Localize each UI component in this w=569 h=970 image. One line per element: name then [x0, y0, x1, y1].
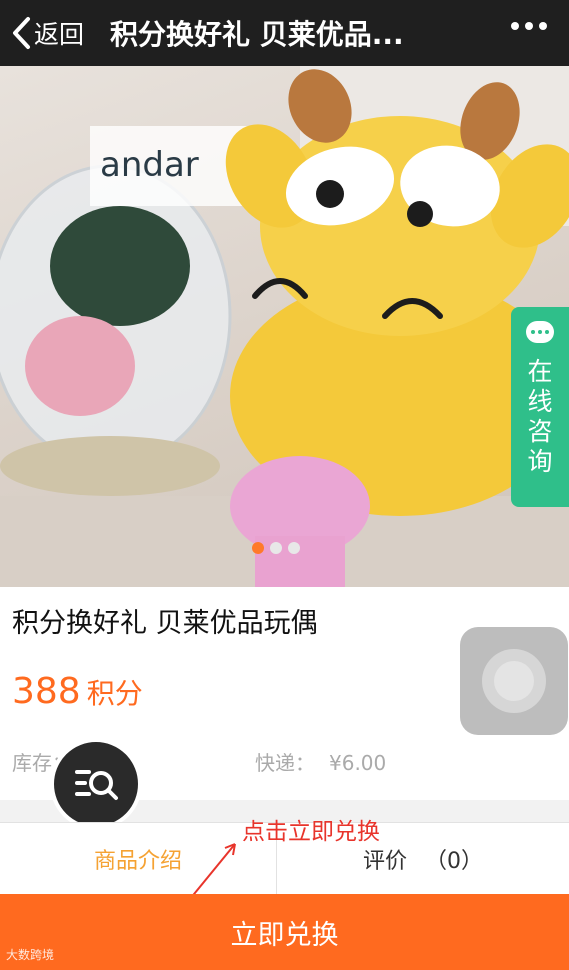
more-options-button[interactable] — [511, 22, 547, 30]
search-list-icon — [75, 770, 118, 800]
reviews-label: 评价 — [362, 849, 407, 874]
svg-text:andar: andar — [100, 145, 199, 185]
carousel-dot — [252, 542, 264, 554]
reviews-count: （0） — [425, 849, 483, 874]
annotation-text: 点击立即兑换 — [242, 819, 380, 845]
shipping-label: 快递： — [255, 751, 315, 775]
shipping-info: 快递： ¥6.00 — [255, 747, 386, 776]
product-image-carousel[interactable]: andar — [0, 66, 569, 587]
redeem-now-button[interactable]: 立即兑换 — [0, 894, 569, 970]
assistive-touch-icon[interactable] — [460, 627, 568, 735]
price-unit: 积分 — [86, 677, 143, 710]
consult-label: 在 线 咨 询 — [527, 357, 553, 476]
price-value: 388 — [12, 671, 81, 712]
carousel-indicator — [252, 542, 300, 554]
carousel-dot — [270, 542, 282, 554]
product-price: 388 积分 — [12, 671, 143, 712]
watermark: 大数跨境 — [6, 948, 55, 962]
carousel-dot — [288, 542, 300, 554]
product-photo: andar — [0, 66, 569, 587]
chevron-left-icon — [13, 17, 30, 49]
top-navigation-bar: 返回 积分换好礼 贝莱优品... — [0, 0, 569, 66]
product-name: 积分换好礼 贝莱优品玩偶 — [12, 608, 318, 639]
dot-icon — [539, 22, 547, 30]
dot-icon — [525, 22, 533, 30]
back-button[interactable]: 返回 — [0, 15, 84, 51]
page-title: 积分换好礼 贝莱优品... — [110, 18, 404, 51]
back-label: 返回 — [34, 20, 85, 49]
chat-bubble-icon — [526, 321, 554, 343]
shipping-value: ¥6.00 — [329, 751, 387, 775]
dot-icon — [511, 22, 519, 30]
online-consult-button[interactable]: 在 线 咨 询 — [511, 307, 569, 507]
search-menu-button[interactable] — [50, 738, 142, 830]
